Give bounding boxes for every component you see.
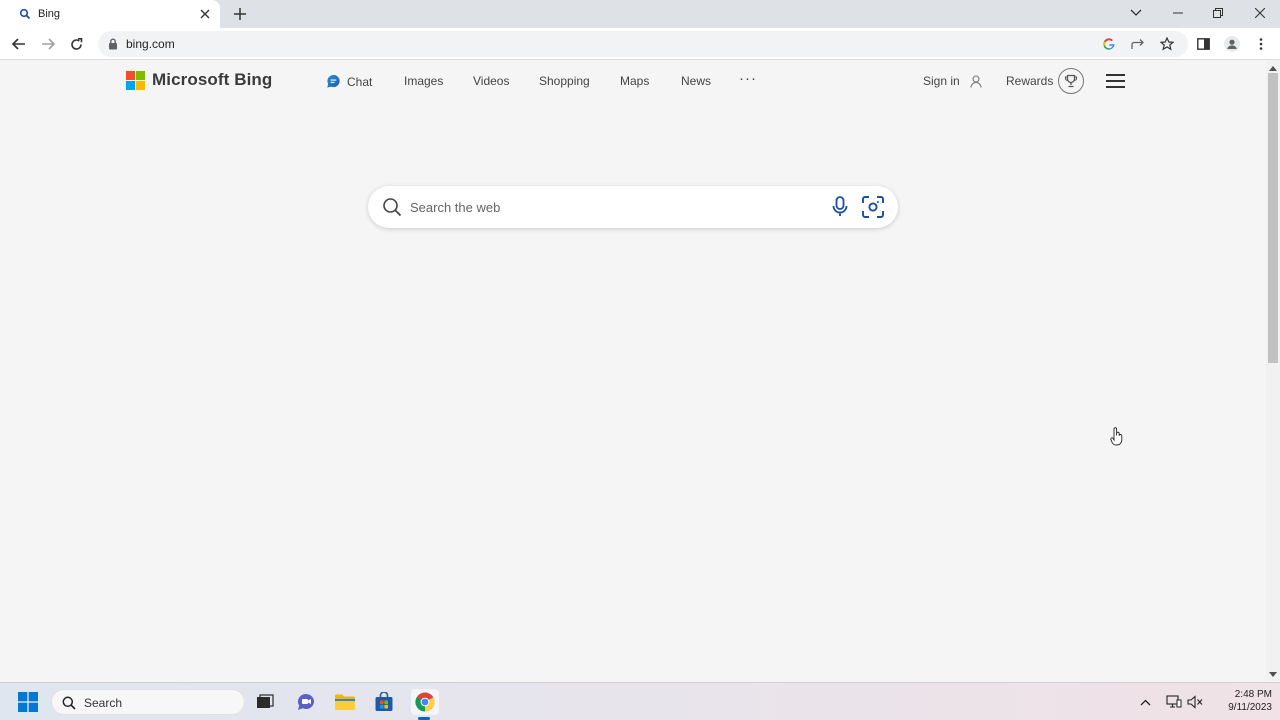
profile-icon[interactable] — [1222, 34, 1242, 54]
tray-overflow-chevron-icon[interactable] — [1137, 694, 1153, 710]
signin-label: Sign in — [923, 74, 960, 88]
user-icon — [970, 74, 982, 88]
rewards-label[interactable]: Rewards — [1006, 74, 1053, 88]
bing-page: Microsoft Bing Chat Images Videos Shoppi… — [0, 61, 1266, 681]
bookmark-star-icon[interactable] — [1158, 35, 1176, 53]
signin-button[interactable]: Sign in — [923, 74, 982, 88]
nav-news[interactable]: News — [681, 74, 711, 88]
taskbar-search-label: Search — [84, 696, 123, 710]
bing-logo[interactable]: Microsoft Bing — [126, 70, 272, 90]
address-bar[interactable]: bing.com — [98, 31, 1188, 57]
nav-shopping[interactable]: Shopping — [539, 74, 590, 88]
search-icon — [382, 197, 402, 222]
logo-text: Microsoft Bing — [152, 70, 273, 89]
nav-images[interactable]: Images — [404, 74, 443, 88]
nav-chat-label: Chat — [347, 74, 373, 89]
restore-icon[interactable] — [1198, 0, 1238, 26]
chrome-taskbar-icon[interactable] — [411, 689, 439, 715]
new-tab-icon[interactable] — [230, 4, 250, 24]
microsoft-store-icon[interactable] — [371, 689, 397, 715]
teams-chat-icon[interactable] — [293, 689, 319, 715]
forward-arrow-icon[interactable] — [38, 34, 58, 54]
tab-search-chevron-icon[interactable] — [1116, 0, 1156, 26]
microphone-icon[interactable] — [832, 196, 848, 223]
back-arrow-icon[interactable] — [9, 34, 29, 54]
network-icon[interactable] — [1166, 694, 1182, 710]
lock-icon[interactable] — [108, 37, 118, 55]
clock-time: 2:48 PM — [1234, 689, 1272, 700]
windows-start-icon[interactable] — [18, 692, 38, 717]
visual-search-icon[interactable] — [861, 195, 885, 224]
browser-toolbar: bing.com — [0, 28, 1280, 60]
windows-taskbar: Search 2:48 PM 9/11/2023 — [0, 682, 1280, 720]
url-text[interactable]: bing.com — [126, 37, 175, 51]
bing-favicon-icon — [18, 7, 32, 21]
volume-muted-icon[interactable] — [1187, 694, 1203, 710]
rewards-trophy-icon[interactable] — [1058, 68, 1084, 94]
reload-icon[interactable] — [66, 34, 86, 54]
tab-close-icon[interactable] — [196, 5, 214, 23]
scroll-thumb[interactable] — [1268, 73, 1278, 363]
hamburger-menu-icon[interactable] — [1106, 74, 1125, 88]
tab-strip: Bing — [0, 0, 1280, 28]
tab-bing[interactable]: Bing — [0, 0, 220, 28]
taskbar-search[interactable]: Search — [51, 689, 245, 715]
file-explorer-icon[interactable] — [332, 689, 358, 715]
hand-cursor-icon — [1110, 427, 1124, 451]
nav-maps[interactable]: Maps — [620, 74, 649, 88]
nav-more[interactable]: ··· — [739, 70, 757, 87]
scroll-down-arrow-icon[interactable] — [1269, 670, 1277, 678]
chrome-menu-icon[interactable] — [1251, 34, 1271, 54]
nav-chat[interactable]: Chat — [326, 74, 372, 89]
clock-date: 9/11/2023 — [1228, 702, 1272, 713]
minimize-icon[interactable] — [1158, 0, 1198, 26]
search-box — [368, 186, 898, 228]
taskbar-clock[interactable]: 2:48 PM 9/11/2023 — [1212, 688, 1272, 714]
chat-icon — [327, 74, 340, 88]
side-panel-icon[interactable] — [1193, 34, 1213, 54]
google-lens-icon[interactable] — [1100, 35, 1118, 53]
page-scrollbar[interactable] — [1266, 61, 1280, 681]
task-view-icon[interactable] — [252, 689, 278, 715]
search-input[interactable] — [410, 197, 810, 217]
tab-title: Bing — [38, 8, 61, 20]
scroll-up-arrow-icon[interactable] — [1269, 64, 1277, 72]
share-icon[interactable] — [1129, 35, 1147, 53]
nav-videos[interactable]: Videos — [473, 74, 509, 88]
close-window-icon[interactable] — [1240, 0, 1280, 26]
microsoft-logo-icon — [126, 70, 145, 90]
taskbar-search-icon — [62, 696, 76, 715]
